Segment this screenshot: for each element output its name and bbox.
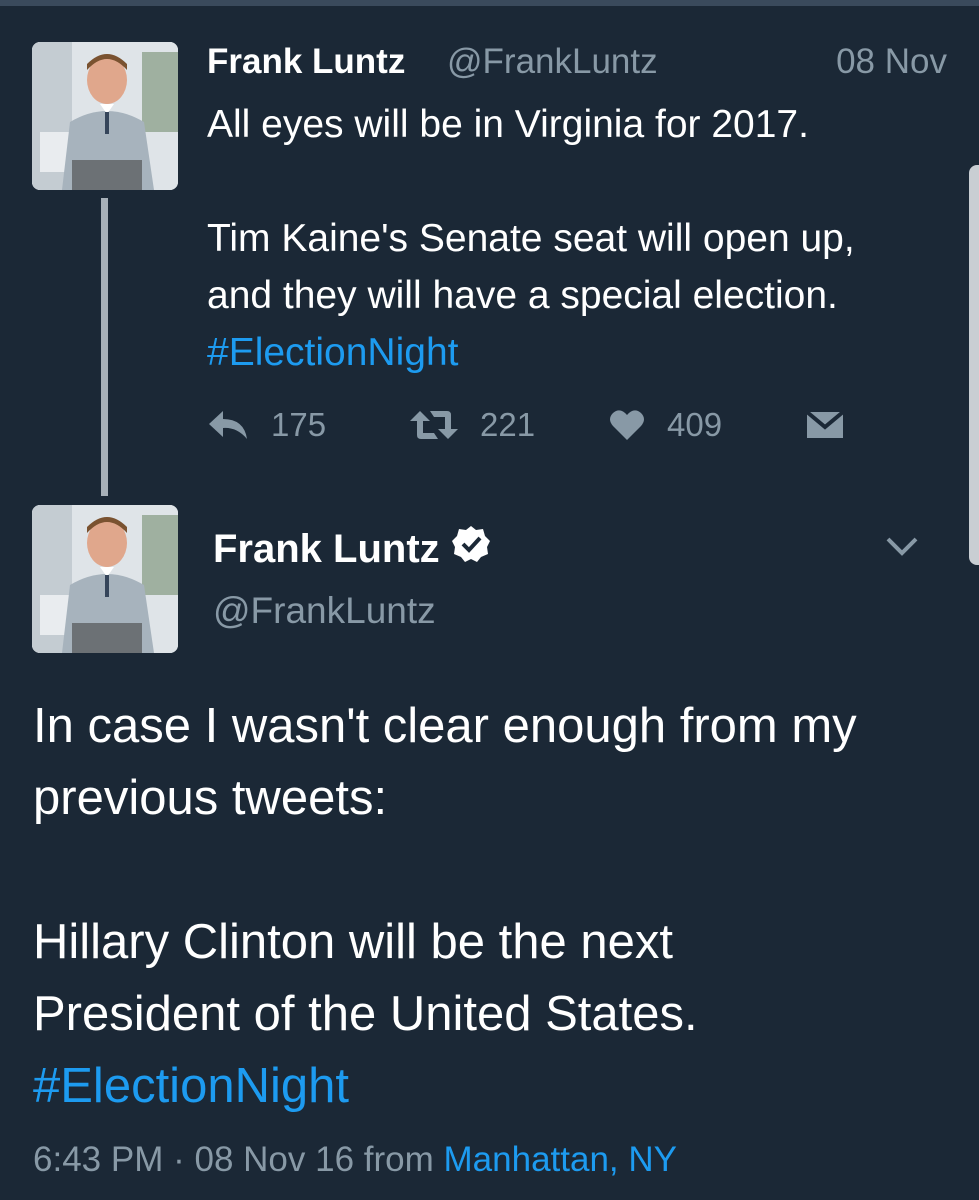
reply-icon bbox=[209, 411, 247, 439]
reply-tweet-header: Frank Luntz @FrankLuntz 08 Nov bbox=[207, 40, 947, 86]
tweet-line: and they will have a special election. bbox=[207, 274, 838, 317]
tweet-date[interactable]: 08 Nov bbox=[836, 42, 947, 82]
hashtag-link[interactable]: #ElectionNight bbox=[207, 324, 937, 381]
top-divider bbox=[0, 0, 979, 6]
tweet-time: 6:43 PM bbox=[33, 1140, 164, 1179]
verified-badge-icon bbox=[451, 525, 490, 573]
tweet-line: All eyes will be in Virginia for 2017. bbox=[207, 103, 809, 146]
heart-icon bbox=[610, 410, 644, 440]
avatar[interactable] bbox=[32, 505, 178, 653]
tweet-actions: 175 221 409 bbox=[207, 400, 867, 450]
main-tweet-text: In case I wasn't clear enough from my pr… bbox=[33, 690, 953, 1122]
location-link[interactable]: Manhattan, NY bbox=[444, 1140, 677, 1179]
tweet-line: Hillary Clinton will be the next bbox=[33, 915, 673, 969]
reply-count: 175 bbox=[271, 406, 327, 443]
direct-message-button[interactable] bbox=[805, 400, 845, 450]
author-handle[interactable]: @FrankLuntz bbox=[447, 42, 658, 82]
retweet-icon bbox=[410, 411, 458, 439]
tweet-date: 08 Nov 16 bbox=[194, 1140, 355, 1179]
tweet-line: Tim Kaine's Senate seat will open up, bbox=[207, 217, 855, 260]
chevron-down-icon[interactable] bbox=[884, 534, 920, 558]
retweet-button[interactable]: 221 bbox=[410, 400, 535, 450]
reply-tweet-text: All eyes will be in Virginia for 2017. T… bbox=[207, 96, 937, 381]
from-label: from bbox=[363, 1140, 434, 1179]
tweet-line: President of the United States. bbox=[33, 987, 698, 1041]
tweet-line: previous tweets: bbox=[33, 771, 388, 825]
like-button[interactable]: 409 bbox=[609, 400, 722, 450]
avatar[interactable] bbox=[32, 42, 178, 190]
thread-connector bbox=[101, 198, 108, 496]
like-count: 409 bbox=[667, 406, 723, 443]
scrollbar[interactable] bbox=[969, 165, 979, 565]
reply-button[interactable]: 175 bbox=[207, 400, 326, 450]
author-name[interactable]: Frank Luntz bbox=[207, 42, 405, 82]
tweet-metadata: 6:43 PM · 08 Nov 16 from Manhattan, NY bbox=[33, 1140, 677, 1180]
retweet-count: 221 bbox=[480, 406, 536, 443]
author-handle[interactable]: @FrankLuntz bbox=[213, 590, 436, 632]
author-name-row: Frank Luntz bbox=[213, 525, 490, 573]
envelope-icon bbox=[805, 410, 845, 438]
tweet-line: In case I wasn't clear enough from my bbox=[33, 699, 857, 753]
hashtag-link[interactable]: #ElectionNight bbox=[33, 1050, 953, 1122]
separator: · bbox=[173, 1140, 185, 1179]
author-name[interactable]: Frank Luntz bbox=[213, 527, 440, 572]
